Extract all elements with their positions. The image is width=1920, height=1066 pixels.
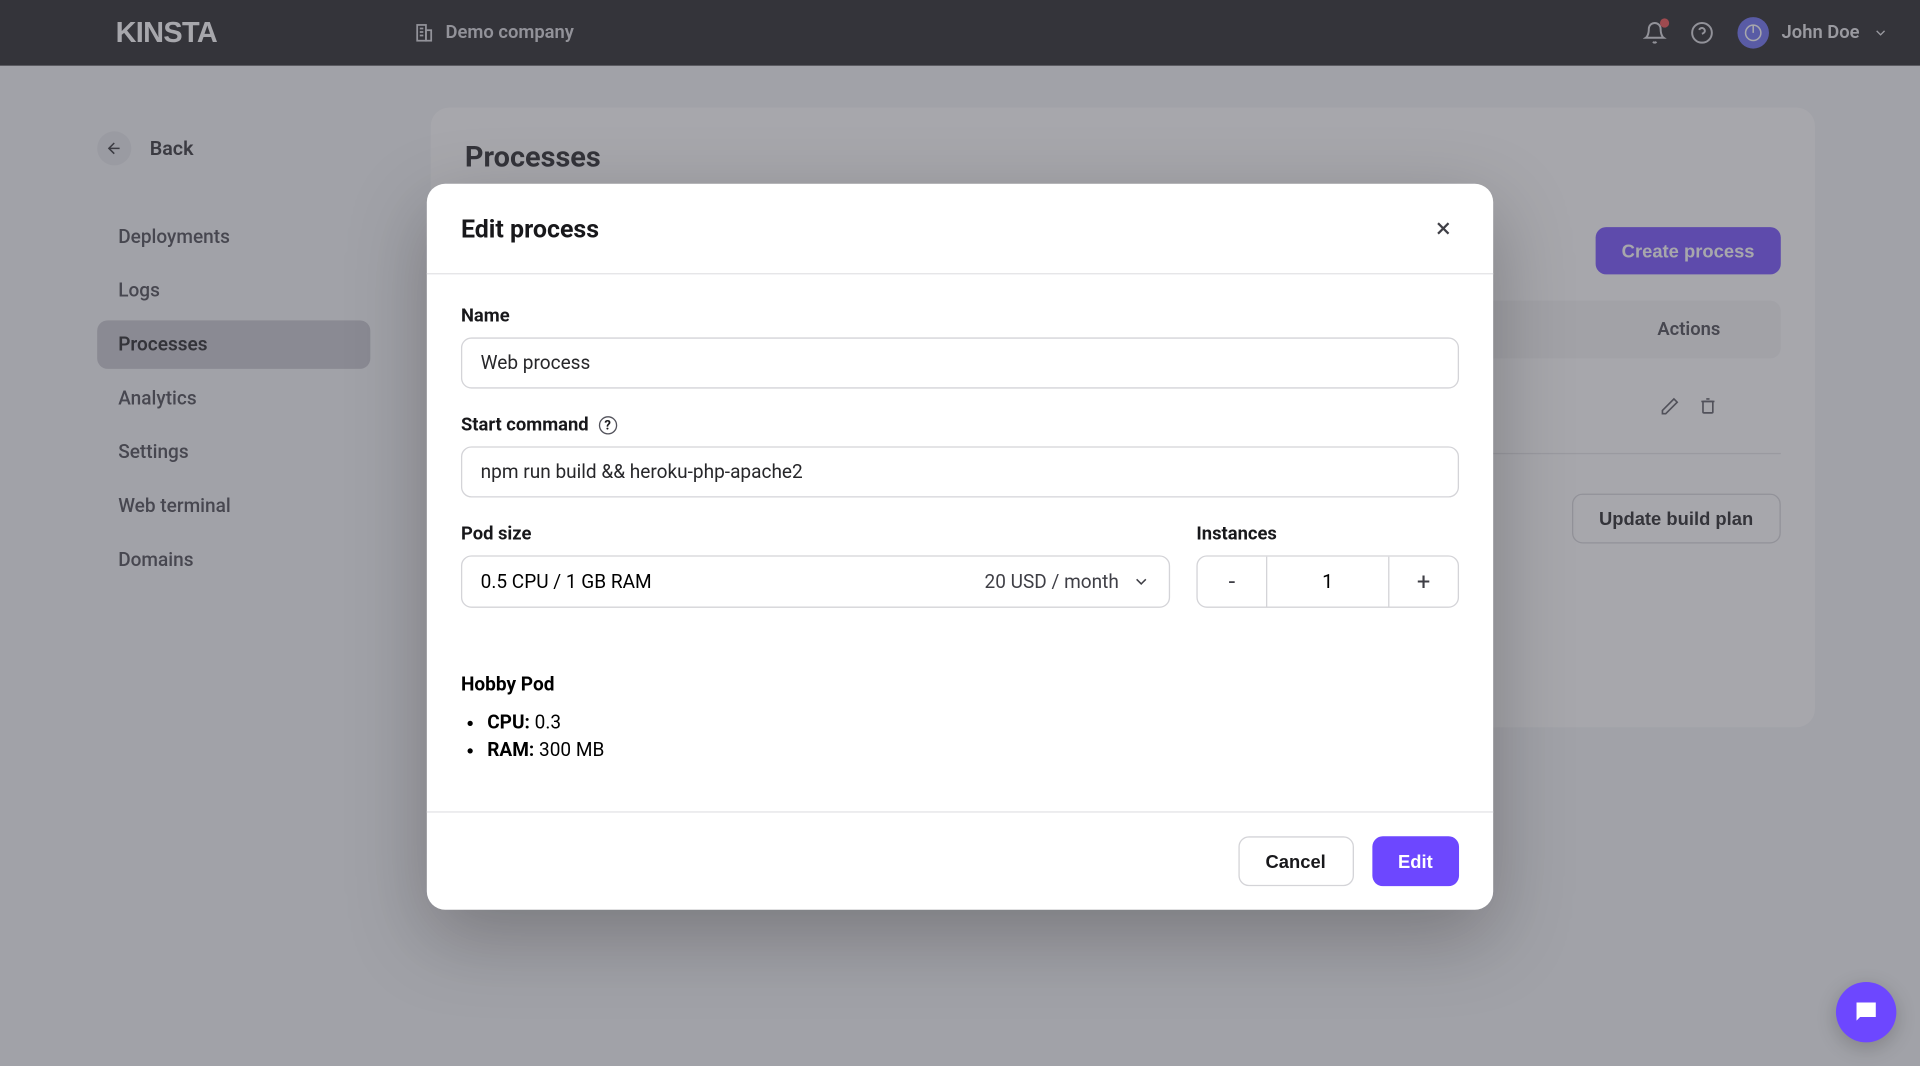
cancel-button[interactable]: Cancel	[1238, 836, 1353, 886]
pod-size-value: 0.5 CPU / 1 GB RAM	[481, 570, 652, 592]
chat-widget-button[interactable]	[1836, 982, 1896, 1042]
pod-info-title: Hobby Pod	[461, 673, 1459, 695]
pod-size-price: 20 USD / month	[985, 570, 1119, 592]
edit-process-modal: Edit process Name Start command ? Pod si…	[427, 184, 1493, 910]
increment-button[interactable]: +	[1389, 557, 1457, 607]
pod-info-list: CPU: 0.3 RAM: 300 MB	[461, 712, 1459, 762]
instances-stepper: - 1 +	[1196, 555, 1459, 608]
instances-value: 1	[1266, 557, 1389, 607]
instances-label: Instances	[1196, 524, 1459, 545]
start-command-input[interactable]	[461, 446, 1459, 497]
name-label: Name	[461, 306, 1459, 327]
modal-overlay[interactable]: Edit process Name Start command ? Pod si…	[0, 0, 1920, 1066]
modal-title: Edit process	[461, 213, 599, 243]
close-icon[interactable]	[1428, 213, 1460, 245]
pod-size-label: Pod size	[461, 524, 1170, 545]
help-icon[interactable]: ?	[598, 417, 616, 435]
pod-size-select[interactable]: 0.5 CPU / 1 GB RAM 20 USD / month	[461, 555, 1170, 608]
decrement-button[interactable]: -	[1198, 557, 1266, 607]
chevron-down-icon	[1132, 572, 1150, 590]
start-command-label: Start command ?	[461, 415, 1459, 436]
edit-button[interactable]: Edit	[1372, 836, 1459, 886]
name-input[interactable]	[461, 337, 1459, 388]
